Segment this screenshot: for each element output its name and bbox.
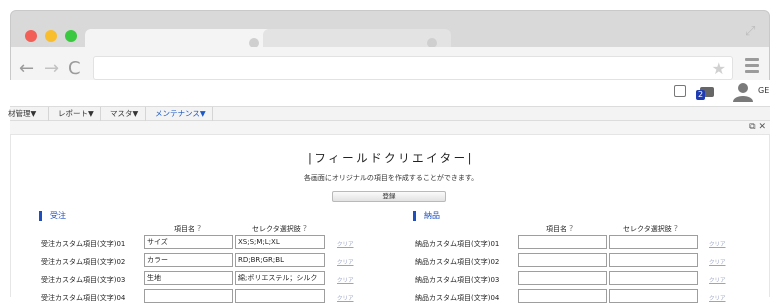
address-bar[interactable]: ★ [93, 56, 733, 80]
row-label: 受注カスタム項目(文字)04 [41, 294, 126, 302]
clear-link[interactable]: クリア [337, 276, 354, 284]
notification-badge: 2 [696, 90, 706, 100]
selector-options-field[interactable] [609, 235, 698, 249]
row-label: 納品カスタム項目(文字)01 [415, 240, 500, 248]
menu-divider [145, 107, 146, 121]
clear-link[interactable]: クリア [337, 240, 354, 248]
selector-options-field[interactable] [609, 289, 698, 303]
menu-divider [100, 107, 101, 121]
minimize-window-button[interactable] [45, 30, 57, 42]
register-button[interactable]: 登録 [332, 191, 446, 202]
close-window-button[interactable] [25, 30, 37, 42]
column-header-item-name: 項目名? [546, 224, 574, 233]
clear-link[interactable]: クリア [709, 240, 726, 248]
menu-divider [48, 107, 49, 121]
item-name-field[interactable] [518, 289, 607, 303]
user-avatar-icon[interactable] [732, 82, 754, 102]
clear-link[interactable]: クリア [709, 276, 726, 284]
item-name-field[interactable] [518, 253, 607, 267]
app-header: 2 GE [10, 80, 770, 106]
column-header-selector-options: セレクタ選択肢? [623, 224, 678, 233]
row-label: 納品カスタム項目(文字)02 [415, 258, 500, 266]
column-header-item-name: 項目名? [174, 224, 202, 233]
section-title-deliveries: 納品 [413, 211, 440, 221]
menu-item-maintenance[interactable]: メンテナンス▼ [155, 109, 206, 119]
item-name-field[interactable]: 生地 [144, 271, 233, 285]
menu-item-reports[interactable]: レポート▼ [58, 109, 94, 119]
menu-divider [212, 107, 213, 121]
column-header-selector-options: セレクタ選択肢? [252, 224, 307, 233]
row-label: 納品カスタム項目(文字)03 [415, 276, 500, 284]
help-icon[interactable]: ? [569, 224, 573, 233]
clear-link[interactable]: クリア [337, 294, 354, 302]
clear-link[interactable]: クリア [709, 294, 726, 302]
back-arrow-icon[interactable]: ← [19, 59, 34, 79]
item-name-field[interactable]: カラー [144, 253, 233, 267]
field-creator-panel: |フィールドクリエイター| 各画面にオリジナルの項目を作成することができます。 … [10, 135, 770, 303]
user-name[interactable]: GE [758, 86, 769, 95]
selector-options-field[interactable] [609, 253, 698, 267]
expand-icon[interactable]: ⤢ [745, 25, 759, 39]
sub-toolbar: ⧉ ✕ [10, 121, 770, 135]
app-frame: ⤢ ← → C ★ 2 GE 材管理▼ レポート▼ マスタ▼ メンテナンス▼ ⧉… [0, 0, 777, 303]
item-name-field[interactable] [144, 289, 233, 303]
row-label: 受注カスタム項目(文字)03 [41, 276, 126, 284]
window-control-icons[interactable]: ⧉ ✕ [749, 122, 766, 132]
menu-item-master[interactable]: マスタ▼ [110, 109, 138, 119]
forward-arrow-icon[interactable]: → [44, 59, 59, 79]
hamburger-menu-icon[interactable] [745, 58, 759, 76]
help-icon[interactable]: ? [303, 224, 307, 233]
item-name-field[interactable] [518, 271, 607, 285]
bookmark-star-icon[interactable]: ★ [712, 59, 726, 78]
help-icon[interactable]: ? [197, 224, 201, 233]
menu-item-materials[interactable]: 材管理▼ [8, 109, 36, 119]
selector-options-field[interactable]: 綿;ポリエステル；シルク [235, 271, 325, 285]
page-title: |フィールドクリエイター| [307, 151, 475, 165]
selector-options-field[interactable] [609, 271, 698, 285]
item-name-field[interactable] [518, 235, 607, 249]
selector-options-field[interactable]: XS;S;M;L;XL [235, 235, 325, 249]
clear-link[interactable]: クリア [709, 258, 726, 266]
clear-link[interactable]: クリア [337, 258, 354, 266]
calendar-icon[interactable] [674, 85, 686, 97]
maximize-window-button[interactable] [65, 30, 77, 42]
row-label: 受注カスタム項目(文字)01 [41, 240, 126, 248]
reload-icon[interactable]: C [68, 59, 81, 79]
page-description: 各画面にオリジナルの項目を作成することができます。 [303, 174, 479, 182]
row-label: 受注カスタム項目(文字)02 [41, 258, 126, 266]
help-icon[interactable]: ? [674, 224, 678, 233]
selector-options-field[interactable] [235, 289, 325, 303]
item-name-field[interactable]: サイズ [144, 235, 233, 249]
section-title-orders: 受注 [39, 211, 66, 221]
selector-options-field[interactable]: RD;BR;GR;BL [235, 253, 325, 267]
main-menu: 材管理▼ レポート▼ マスタ▼ メンテナンス▼ [8, 106, 770, 121]
row-label: 納品カスタム項目(文字)04 [415, 294, 500, 302]
